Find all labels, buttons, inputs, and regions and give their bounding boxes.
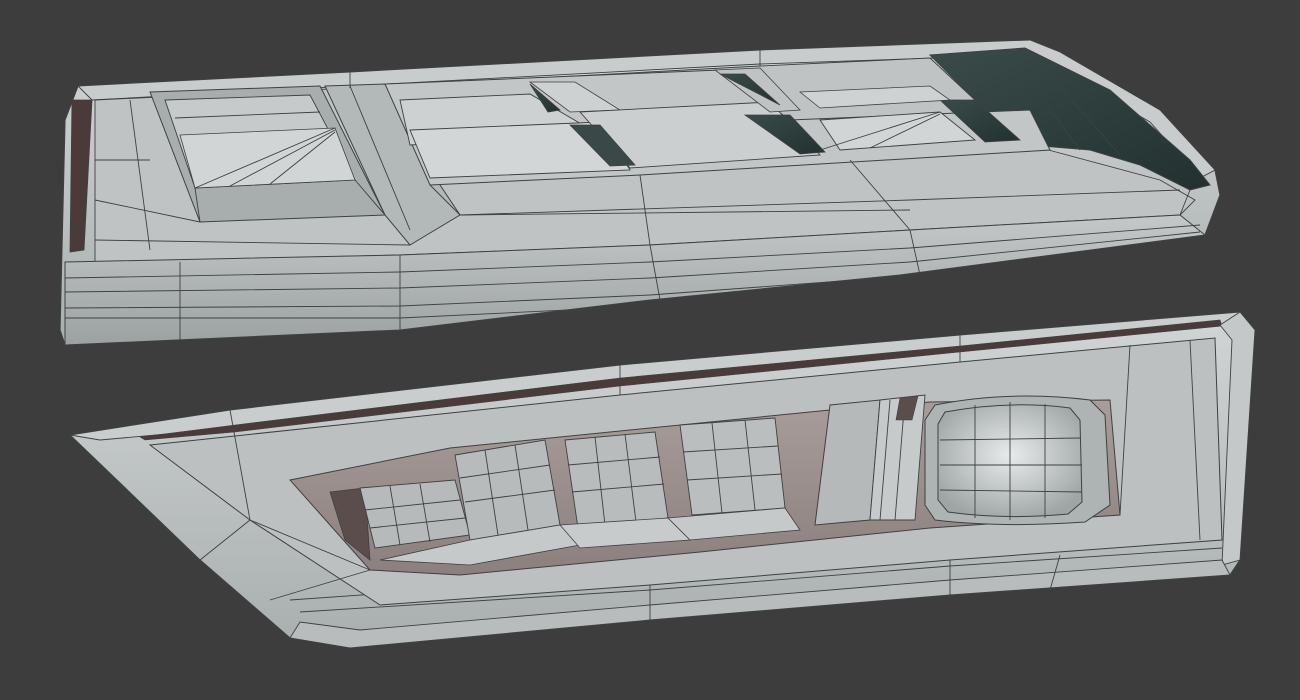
reflector-cell-3 bbox=[564, 431, 669, 529]
scene-canvas bbox=[59, 39, 1256, 649]
3d-viewport[interactable] bbox=[0, 0, 1300, 700]
lower-center-strut bbox=[814, 394, 926, 526]
lower-projector-lens bbox=[924, 395, 1111, 526]
upper-headlight-housing[interactable] bbox=[59, 39, 1221, 346]
reflector-cell-4 bbox=[679, 417, 786, 516]
reflector-cell-2 bbox=[454, 439, 561, 541]
lower-headlight-housing[interactable] bbox=[68, 311, 1256, 649]
